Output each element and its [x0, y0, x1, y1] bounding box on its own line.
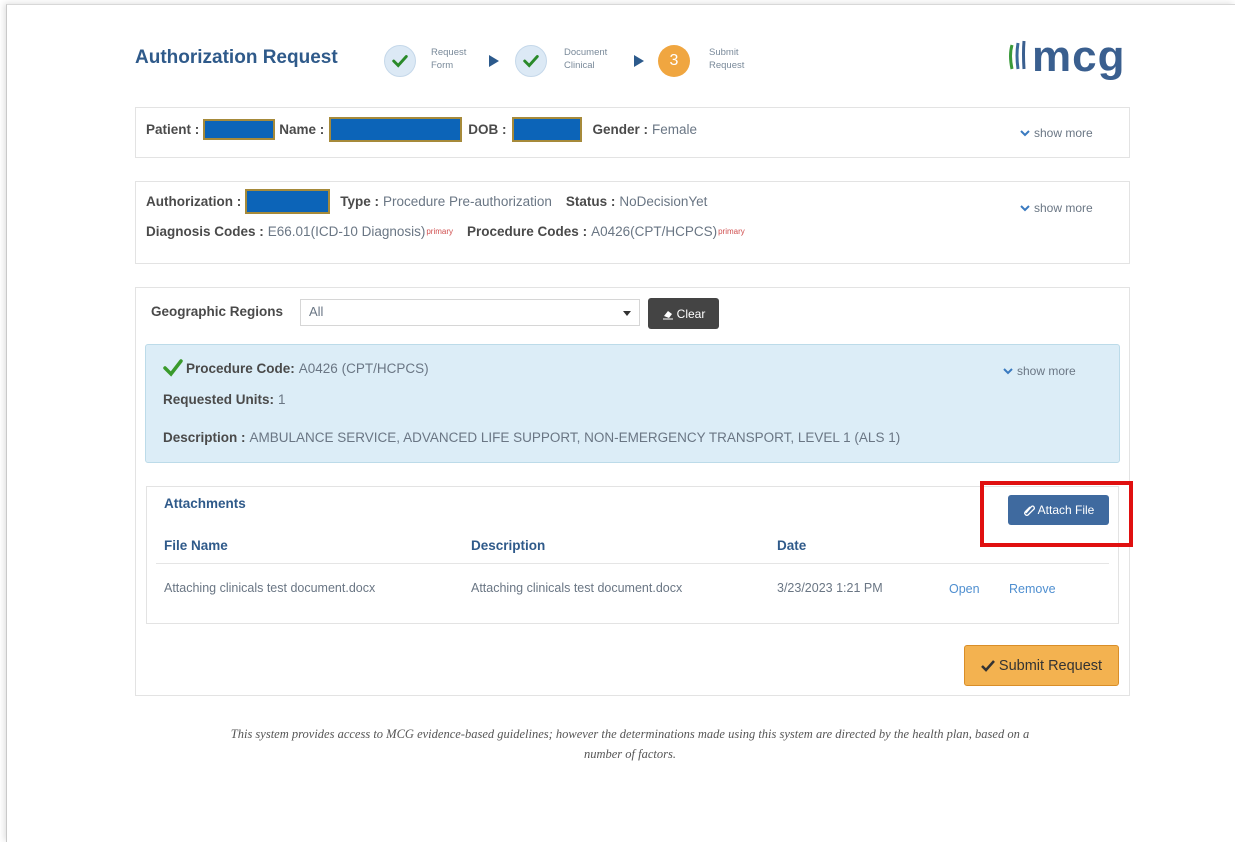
attachments-title: Attachments: [164, 496, 246, 511]
chevron-down-icon: [1020, 205, 1030, 212]
mcg-logo: mcg: [1006, 33, 1125, 81]
file-name-cell: Attaching clinicals test document.docx: [164, 581, 376, 595]
column-header-file-name: File Name: [164, 538, 228, 553]
authorization-row: Authorization : Type : Procedure Pre-aut…: [146, 189, 707, 214]
step-1-label: Request Form: [431, 47, 467, 71]
patient-show-more[interactable]: show more: [1020, 126, 1093, 140]
authorization-show-more[interactable]: show more: [1020, 201, 1093, 215]
requested-units-row: Requested Units: 1: [163, 392, 286, 407]
attachments-panel: [146, 486, 1119, 624]
caret-down-icon: [623, 311, 631, 316]
patient-info-row: Patient : Name : DOB : Gender : Female: [146, 117, 697, 142]
clear-button[interactable]: Clear: [648, 298, 719, 329]
eraser-icon: [662, 310, 673, 319]
geographic-regions-select[interactable]: All: [300, 299, 640, 326]
redacted-dob: [511, 117, 582, 142]
procedure-code-row: Procedure Code: A0426 (CPT/HCPCS): [163, 359, 429, 377]
check-icon: [163, 359, 183, 377]
redacted-patient-name: [329, 117, 463, 142]
logo-mark-icon: [1009, 40, 1026, 70]
description-cell: Attaching clinicals test document.docx: [471, 581, 683, 595]
step-arrow-icon: [489, 55, 499, 67]
column-header-date: Date: [777, 538, 807, 553]
step-2-check-icon: [515, 45, 547, 77]
step-2-label: Document Clinical: [564, 47, 608, 71]
chevron-down-icon: [1003, 368, 1013, 375]
step-3-label: Submit Request: [709, 47, 745, 71]
chevron-down-icon: [1020, 130, 1030, 137]
step-3-number: 3: [658, 45, 690, 77]
description-row: Description : AMBULANCE SERVICE, ADVANCE…: [163, 430, 901, 445]
geographic-regions-label: Geographic Regions: [151, 304, 284, 319]
codes-row: Diagnosis Codes : E66.01(ICD-10 Diagnosi…: [146, 224, 745, 239]
disclaimer-text: This system provides access to MCG evide…: [230, 727, 1030, 761]
remove-link[interactable]: Remove: [1009, 582, 1056, 596]
paperclip-icon: [1023, 505, 1035, 516]
check-icon: [981, 659, 995, 672]
date-cell: 3/23/2023 1:21 PM: [777, 581, 883, 595]
page-title: Authorization Request: [135, 47, 338, 68]
step-1-check-icon: [384, 45, 416, 77]
diagnosis-primary-tag: primary: [426, 227, 454, 236]
attach-file-button[interactable]: Attach File: [1008, 495, 1109, 525]
table-divider: [156, 563, 1109, 564]
column-header-description: Description: [471, 538, 546, 553]
procedure-primary-tag: primary: [718, 227, 745, 236]
submit-request-button[interactable]: Submit Request: [964, 645, 1119, 686]
procedure-show-more[interactable]: show more: [1003, 364, 1076, 378]
redacted-patient-id: [203, 119, 276, 140]
open-link[interactable]: Open: [949, 582, 980, 596]
step-arrow-icon: [634, 55, 644, 67]
redacted-authorization-id: [245, 189, 331, 214]
